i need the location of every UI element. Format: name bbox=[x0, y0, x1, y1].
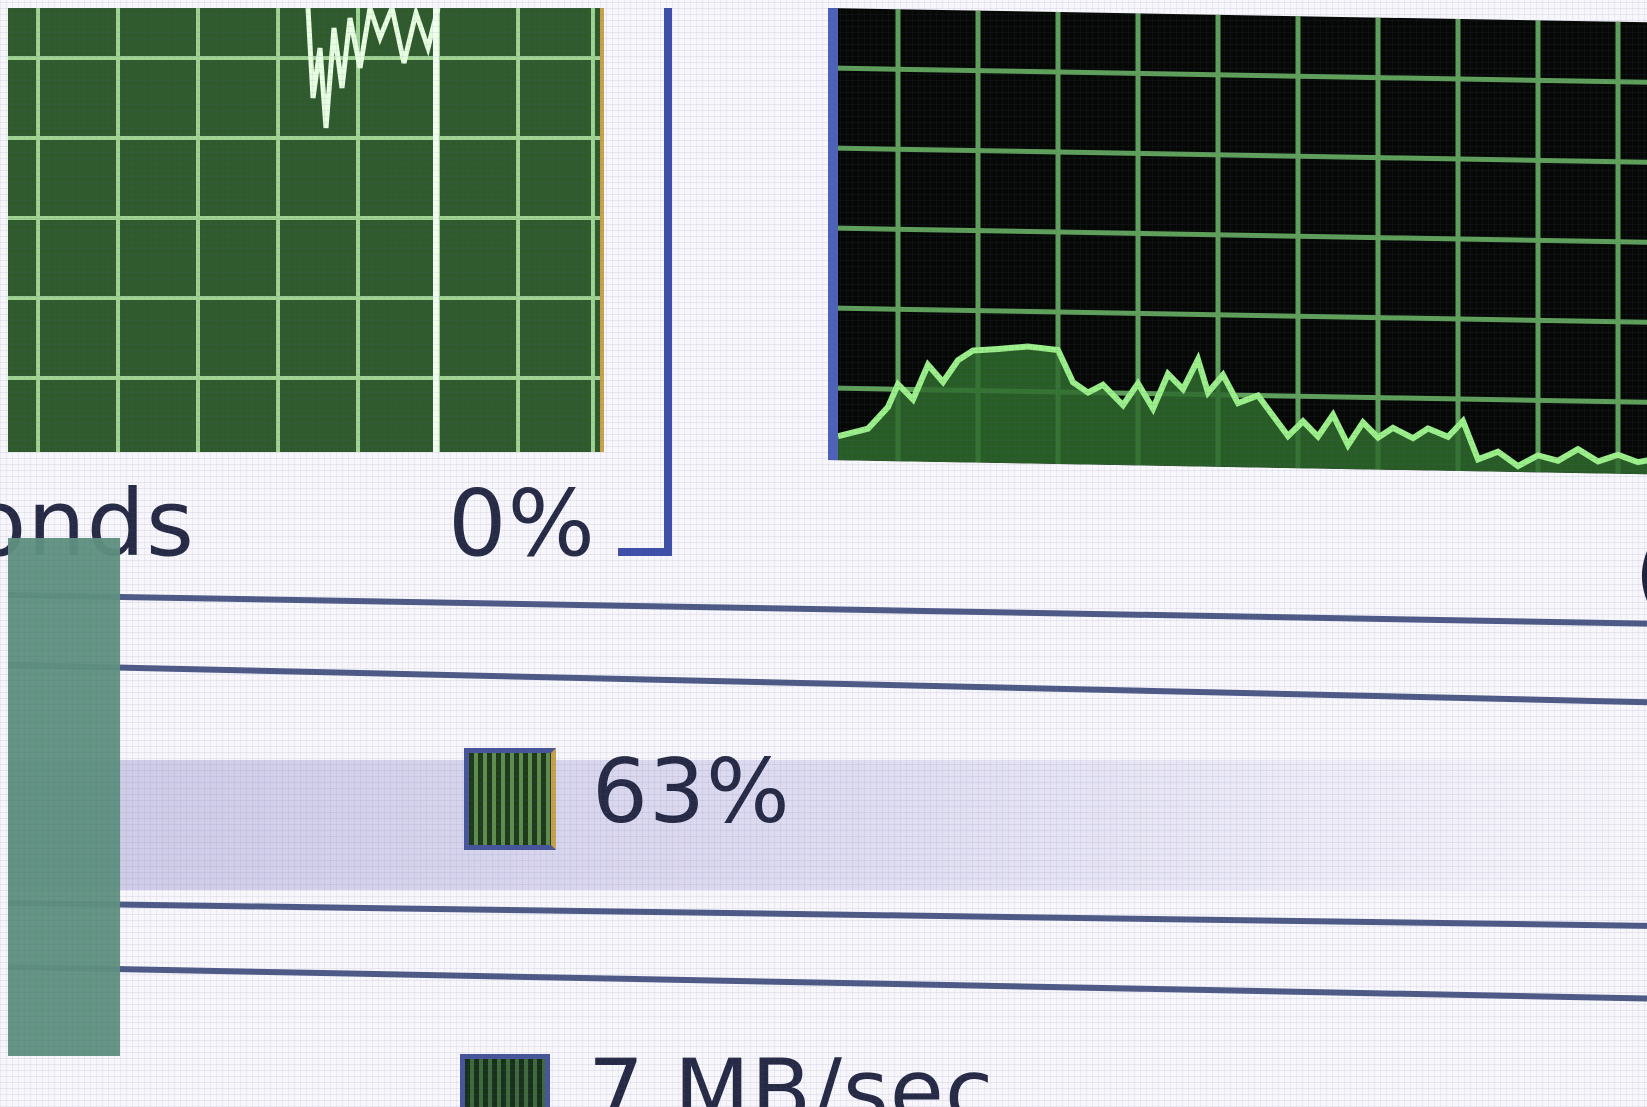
network-legend-swatch bbox=[460, 1054, 550, 1107]
cpu-history-grid bbox=[8, 8, 600, 452]
panel-frame-hook bbox=[618, 548, 672, 556]
memory-usage-value: 63% bbox=[592, 740, 791, 843]
overlay-color-block bbox=[8, 538, 120, 1056]
section-divider bbox=[7, 662, 1647, 707]
memory-history-chart bbox=[838, 9, 1647, 475]
section-divider bbox=[7, 592, 1647, 628]
cropped-text-fragment: ( bbox=[1634, 520, 1647, 627]
memory-row-highlight bbox=[8, 760, 1647, 890]
cpu-usage-value: 0% bbox=[448, 470, 596, 577]
memory-history-graph bbox=[828, 8, 1647, 475]
memory-legend-swatch bbox=[464, 748, 556, 850]
network-rate-value: 7 MB/sec bbox=[588, 1040, 995, 1107]
panel-frame-line bbox=[664, 8, 672, 556]
section-divider bbox=[7, 964, 1647, 1003]
section-divider bbox=[7, 900, 1647, 930]
cpu-history-graph bbox=[8, 8, 604, 452]
task-manager-performance-view: ( onds 0% 63% 7 MB/sec bbox=[0, 0, 1647, 1107]
